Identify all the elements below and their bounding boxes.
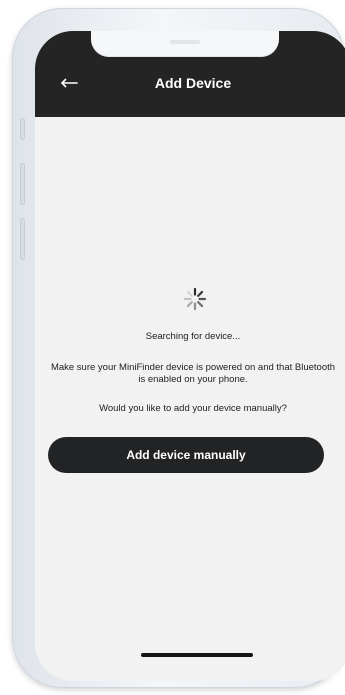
phone-frame: Add Device Searching for device... Make …	[12, 8, 345, 688]
speaker-grille	[170, 40, 200, 44]
loading-spinner-icon	[183, 287, 207, 311]
instructions-text: Make sure your MiniFinder device is powe…	[50, 362, 336, 385]
manual-add-prompt: Would you like to add your device manual…	[99, 403, 287, 414]
add-device-manually-button[interactable]: Add device manually	[48, 437, 324, 473]
volume-up-button	[20, 163, 25, 205]
status-text: Searching for device...	[145, 331, 241, 342]
search-content: Searching for device... Make sure your M…	[35, 117, 345, 681]
volume-down-button	[20, 218, 25, 260]
phone-screen: Add Device Searching for device... Make …	[35, 31, 345, 681]
mute-switch	[20, 118, 25, 140]
home-indicator[interactable]	[141, 653, 253, 657]
phone-notch	[91, 31, 279, 57]
page-title: Add Device	[154, 75, 232, 91]
